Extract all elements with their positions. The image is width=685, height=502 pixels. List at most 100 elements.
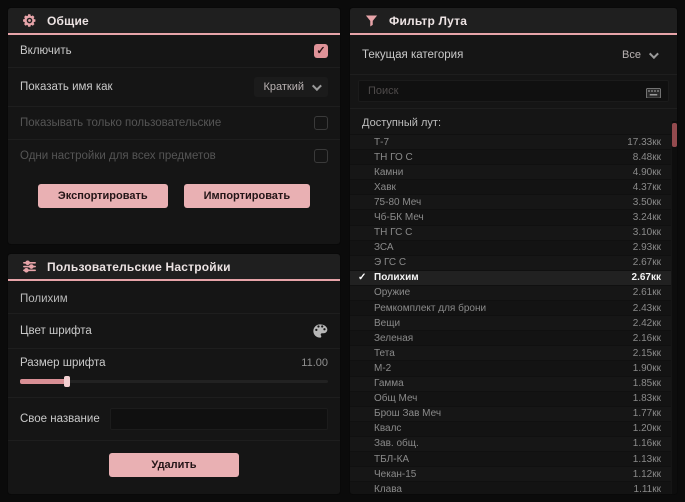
loot-value: 8.48кк (632, 151, 661, 163)
category-value: Все (622, 49, 641, 61)
loot-name: Квалс (374, 423, 402, 435)
loot-name: Ремкомплект для брони (374, 302, 487, 314)
loot-row[interactable]: ✓ Полихим 2.67кк (350, 269, 671, 285)
loot-row[interactable]: ТН ГО С 8.48кк (350, 149, 671, 165)
loot-name: Гамма (374, 378, 404, 390)
export-import-row: Экспортировать Импортировать (8, 172, 340, 222)
palette-icon[interactable] (312, 323, 328, 339)
loot-value: 2.16кк (632, 332, 661, 344)
loot-row[interactable]: Зеленая 2.16кк (350, 330, 671, 346)
loot-row[interactable]: Зав. общ. 1.16кк (350, 435, 671, 451)
right-column: Фильтр Лута Текущая категория Все Доступ… (350, 8, 677, 494)
font-size-row: Размер шрифта 11.00 (8, 349, 340, 398)
custom-settings-title: Пользовательские Настройки (47, 259, 231, 274)
loot-row[interactable]: Камни 4.90кк (350, 164, 671, 180)
only-custom-label: Показывать только пользовательские (20, 117, 222, 129)
loot-row[interactable]: Квалс 1.20кк (350, 420, 671, 436)
loot-row[interactable]: Гамма 1.85кк (350, 375, 671, 391)
scrollbar-thumb[interactable] (672, 123, 677, 147)
enable-checkbox[interactable]: ✓ (314, 44, 328, 58)
loot-value: 1.90кк (632, 362, 661, 374)
loot-name: Полихим (374, 272, 419, 284)
loot-row[interactable]: Э ГС С 2.67кк (350, 254, 671, 270)
loot-value: 3.24кк (632, 212, 661, 224)
font-size-label: Размер шрифта (20, 357, 106, 369)
loot-row[interactable]: ТБЛ-КА 1.13кк (350, 450, 671, 467)
custom-name-label: Свое название (20, 413, 100, 425)
same-settings-row: Одни настройки для всех предметов (8, 140, 340, 172)
custom-name-row: Свое название (8, 398, 340, 441)
search-row (350, 75, 677, 109)
search-input[interactable] (358, 80, 669, 102)
loot-name: Камни (374, 166, 404, 178)
loot-name: ТБЛ-КА (374, 453, 410, 465)
slider-fill (20, 379, 66, 384)
app-root: Общие Включить ✓ Показать имя как Кратки… (0, 0, 685, 502)
export-button[interactable]: Экспортировать (37, 184, 168, 208)
loot-row[interactable]: Ремкомплект для брони 2.43кк (350, 300, 671, 316)
font-color-label: Цвет шрифта (20, 325, 92, 337)
loot-value: 1.20кк (632, 423, 661, 435)
loot-row[interactable]: Чекан-15 1.12кк (350, 466, 671, 482)
loot-row[interactable]: ТН ГС С 3.10кк (350, 224, 671, 240)
loot-value: 3.50кк (632, 196, 661, 208)
loot-value: 1.85кк (632, 378, 661, 390)
loot-name: ТН ГС С (374, 227, 413, 239)
check-icon: ✓ (358, 272, 367, 284)
loot-row[interactable]: Брош Зав Меч 1.77кк (350, 405, 671, 421)
loot-value: 2.43кк (632, 302, 661, 314)
loot-row[interactable]: Тета 2.15кк (350, 345, 671, 361)
scrollbar[interactable] (672, 121, 677, 494)
only-custom-checkbox[interactable] (314, 116, 328, 130)
font-size-slider[interactable] (20, 376, 328, 387)
loot-name: Зав. общ. (374, 438, 419, 450)
loot-name: М-2 (374, 362, 392, 374)
loot-list: Т-7 17.33кк ТН ГО С 8.48кк Камни 4.90кк Хавк 4.… (350, 134, 677, 494)
enable-label: Включить (20, 45, 72, 57)
loot-row[interactable]: Т-7 17.33кк (350, 134, 671, 150)
loot-value: 2.93кк (632, 242, 661, 254)
loot-value: 2.61кк (632, 287, 661, 299)
loot-name: Хавк (374, 181, 396, 193)
loot-filter-panel: Фильтр Лута Текущая категория Все Доступ… (350, 8, 677, 494)
chevron-down-icon (311, 80, 322, 91)
loot-filter-header: Фильтр Лута (350, 8, 677, 35)
import-button[interactable]: Импортировать (183, 184, 311, 208)
settings-sliders-icon (22, 259, 37, 274)
loot-value: 2.67кк (631, 272, 661, 284)
loot-value: 1.77кк (632, 408, 661, 420)
keyboard-icon[interactable] (646, 85, 661, 98)
loot-row[interactable]: Хавк 4.37кк (350, 179, 671, 195)
loot-value: 1.83кк (632, 393, 661, 405)
loot-row[interactable]: М-2 1.90кк (350, 360, 671, 376)
gear-icon (22, 13, 37, 28)
loot-name: Чекан-15 (374, 468, 417, 480)
loot-name: Зеленая (374, 332, 414, 344)
loot-row[interactable]: ЗСА 2.93кк (350, 239, 671, 255)
same-settings-checkbox[interactable] (314, 149, 328, 163)
delete-row: Удалить (8, 441, 340, 491)
general-panel: Общие Включить ✓ Показать имя как Кратки… (8, 8, 340, 244)
loot-name: ТН ГО С (374, 151, 413, 163)
loot-value: 1.11кк (633, 483, 661, 494)
loot-name: Клава (374, 483, 402, 494)
loot-value: 1.13кк (632, 453, 661, 465)
loot-row[interactable]: Клава 1.11кк (350, 481, 671, 494)
loot-row[interactable]: Вещи 2.42кк (350, 315, 671, 331)
category-select[interactable]: Все (613, 45, 665, 65)
loot-value: 1.16кк (632, 438, 661, 450)
loot-row[interactable]: Общ Меч 1.83кк (350, 390, 671, 406)
loot-value: 4.90кк (632, 166, 661, 178)
general-panel-header: Общие (8, 8, 340, 35)
loot-value: 2.42кк (632, 317, 661, 329)
name-mode-select[interactable]: Краткий (254, 77, 328, 97)
custom-name-input[interactable] (109, 408, 328, 430)
chevron-down-icon (648, 48, 659, 59)
slider-handle[interactable] (64, 376, 70, 387)
loot-row[interactable]: 75-80 Меч 3.50кк (350, 194, 671, 210)
loot-row[interactable]: Оружие 2.61кк (350, 284, 671, 301)
only-custom-row: Показывать только пользовательские (8, 107, 340, 140)
loot-row[interactable]: Чб-БК Меч 3.24кк (350, 209, 671, 225)
loot-value: 2.67кк (632, 257, 661, 269)
delete-button[interactable]: Удалить (109, 453, 239, 477)
